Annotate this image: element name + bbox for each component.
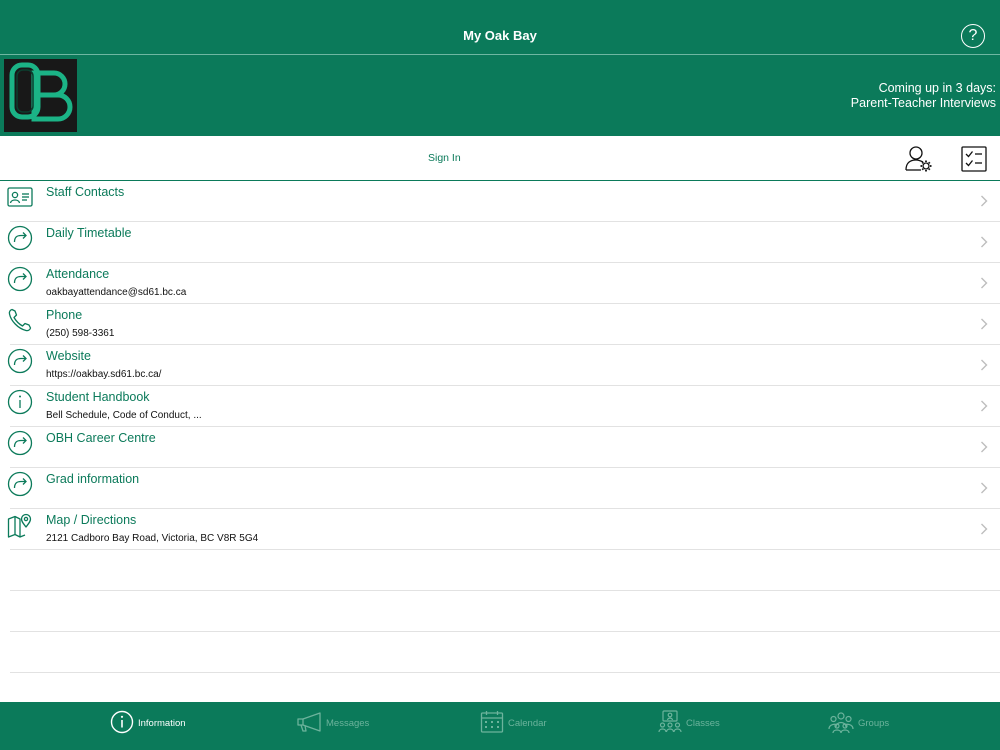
chevron-right-icon [981, 400, 988, 412]
list-item-label: Grad information [46, 472, 140, 486]
list-item-sub: oakbayattendance@sd61.bc.ca [46, 287, 187, 298]
phone-icon [8, 308, 32, 332]
chevron-right-icon [981, 441, 988, 453]
list-item-website[interactable]: Website https://oakbay.sd61.bc.ca/ [7, 345, 1000, 386]
classes-icon [658, 710, 682, 733]
list-item-sub: Bell Schedule, Code of Conduct, ... [46, 410, 202, 421]
calendar-icon [480, 711, 504, 733]
info-icon [110, 710, 134, 734]
school-banner: Coming up in 3 days: Parent-Teacher Inte… [0, 55, 1000, 136]
empty-row [10, 550, 1000, 591]
list-item-phone[interactable]: Phone (250) 598-3361 [8, 304, 1000, 345]
chevron-right-icon [981, 236, 988, 248]
redirect-arrow-icon [7, 266, 33, 292]
tab-label: Classes [686, 718, 720, 729]
tab-label: Information [138, 718, 186, 729]
sign-in-link[interactable]: Sign In [428, 152, 461, 164]
help-button[interactable]: ? [961, 24, 985, 48]
tab-classes[interactable]: Classes [658, 710, 748, 742]
tab-label: Messages [326, 718, 370, 729]
list-item-label: Phone [46, 308, 83, 322]
tab-messages[interactable]: Messages [296, 710, 396, 742]
redirect-arrow-icon [7, 430, 33, 456]
list-item-career-centre[interactable]: OBH Career Centre [7, 427, 1000, 468]
chevron-right-icon [981, 482, 988, 494]
groups-icon [828, 712, 854, 734]
coming-up-line2: Parent-Teacher Interviews [850, 96, 996, 110]
list-item-grad-information[interactable]: Grad information [7, 468, 1000, 509]
tab-groups[interactable]: Groups [828, 710, 918, 742]
redirect-arrow-icon [7, 348, 33, 374]
sign-in-bar: Sign In [0, 136, 1000, 181]
list-item-label: Website [46, 349, 91, 363]
list-item-daily-timetable[interactable]: Daily Timetable [7, 222, 1000, 263]
tab-calendar[interactable]: Calendar [480, 710, 570, 742]
list-item-attendance[interactable]: Attendance oakbayattendance@sd61.bc.ca [7, 263, 1000, 304]
user-settings-icon[interactable] [904, 145, 934, 173]
contact-card-icon [7, 187, 33, 207]
empty-row [10, 591, 1000, 632]
list-item-label: Staff Contacts [46, 185, 125, 199]
list-item-staff-contacts[interactable]: Staff Contacts [7, 181, 1000, 222]
tab-information[interactable]: Information [110, 710, 210, 742]
chevron-right-icon [981, 318, 988, 330]
tab-label: Groups [858, 718, 890, 729]
redirect-arrow-icon [7, 225, 33, 251]
chevron-right-icon [981, 359, 988, 371]
list-item-label: Attendance [46, 267, 110, 281]
list-item-sub: 2121 Cadboro Bay Road, Victoria, BC V8R … [46, 533, 259, 544]
chevron-right-icon [981, 195, 988, 207]
question-circle-icon: ? [968, 27, 978, 44]
list-item-label: OBH Career Centre [46, 431, 156, 445]
top-bar: My Oak Bay ? [0, 0, 1000, 55]
ob-school-logo [4, 59, 77, 132]
bottom-tab-bar: Information Messages Calendar Classes Gr… [0, 702, 1000, 750]
information-list: Staff Contacts Daily Timetable Attendanc… [0, 181, 1000, 673]
list-item-sub: https://oakbay.sd61.bc.ca/ [46, 369, 162, 380]
coming-up-line1: Coming up in 3 days: [878, 81, 996, 95]
chevron-right-icon [981, 523, 988, 535]
map-pin-icon [7, 513, 32, 538]
list-item-student-handbook[interactable]: Student Handbook Bell Schedule, Code of … [7, 386, 1000, 427]
list-item-sub: (250) 598-3361 [46, 328, 115, 339]
empty-row [10, 632, 1000, 673]
info-icon [7, 389, 33, 415]
checklist-icon[interactable] [960, 145, 988, 173]
redirect-arrow-icon [7, 471, 33, 497]
list-item-label: Daily Timetable [46, 226, 132, 240]
app-title: My Oak Bay [463, 28, 537, 43]
megaphone-icon [297, 712, 321, 732]
list-item-label: Student Handbook [46, 390, 150, 404]
list-item-label: Map / Directions [46, 513, 137, 527]
tab-label: Calendar [508, 718, 547, 729]
chevron-right-icon [981, 277, 988, 289]
list-item-map-directions[interactable]: Map / Directions 2121 Cadboro Bay Road, … [7, 509, 1000, 550]
coming-up-notice[interactable]: Coming up in 3 days: Parent-Teacher Inte… [851, 81, 996, 111]
